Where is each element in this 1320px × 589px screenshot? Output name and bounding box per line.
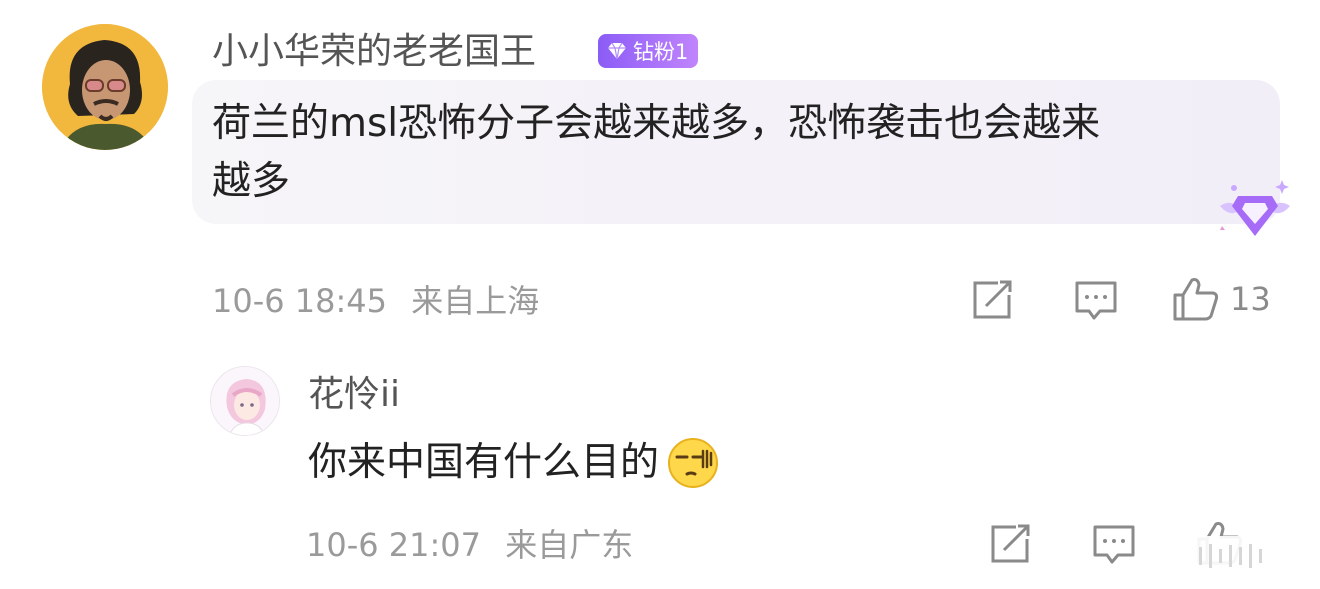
reply-share-button[interactable]: [990, 524, 1032, 564]
reply-meta: 10-6 21:07 来自广东: [306, 525, 633, 565]
reply-button[interactable]: [1074, 280, 1118, 322]
badge-label: 钻粉1: [633, 40, 689, 64]
fan-level-badge[interactable]: 钻粉1: [598, 34, 699, 68]
comment-icon: [1074, 280, 1118, 322]
reply-username[interactable]: 花怜ii: [308, 373, 400, 417]
diamond-fan-decoration-icon: [1198, 176, 1298, 246]
reply-text-row: 你来中国有什么目的: [308, 434, 719, 492]
comment-text-line1: 荷兰的msl恐怖分子会越来越多，恐怖袭击也会越来: [212, 101, 1101, 146]
comment-timestamp: 10-6 18:45: [212, 282, 388, 320]
comment-meta: 10-6 18:45 来自上海: [212, 281, 539, 321]
comment-icon: [1092, 524, 1136, 566]
share-icon: [990, 524, 1032, 564]
reply-comment-button[interactable]: [1092, 524, 1136, 566]
like-count: 13: [1230, 280, 1271, 318]
share-icon: [972, 280, 1014, 320]
thumbs-up-icon: [1172, 276, 1220, 322]
reply-text: 你来中国有什么目的: [308, 440, 660, 485]
watermark-overlay: [1150, 536, 1310, 576]
share-button[interactable]: [972, 280, 1014, 320]
diamond-icon: [606, 42, 628, 60]
like-button[interactable]: 13: [1172, 276, 1271, 322]
reply-avatar[interactable]: [210, 366, 280, 436]
reply-timestamp: 10-6 21:07: [306, 526, 482, 564]
smirk-emoji-icon: [667, 437, 719, 489]
comment-text: 荷兰的msl恐怖分子会越来越多，恐怖袭击也会越来 越多: [212, 95, 1262, 211]
commenter-avatar[interactable]: [42, 24, 168, 150]
comment-location: 来自上海: [411, 282, 540, 320]
comment-text-line2: 越多: [212, 159, 291, 204]
reply-location: 来自广东: [505, 526, 634, 564]
commenter-username[interactable]: 小小华荣的老老国王: [212, 30, 536, 74]
